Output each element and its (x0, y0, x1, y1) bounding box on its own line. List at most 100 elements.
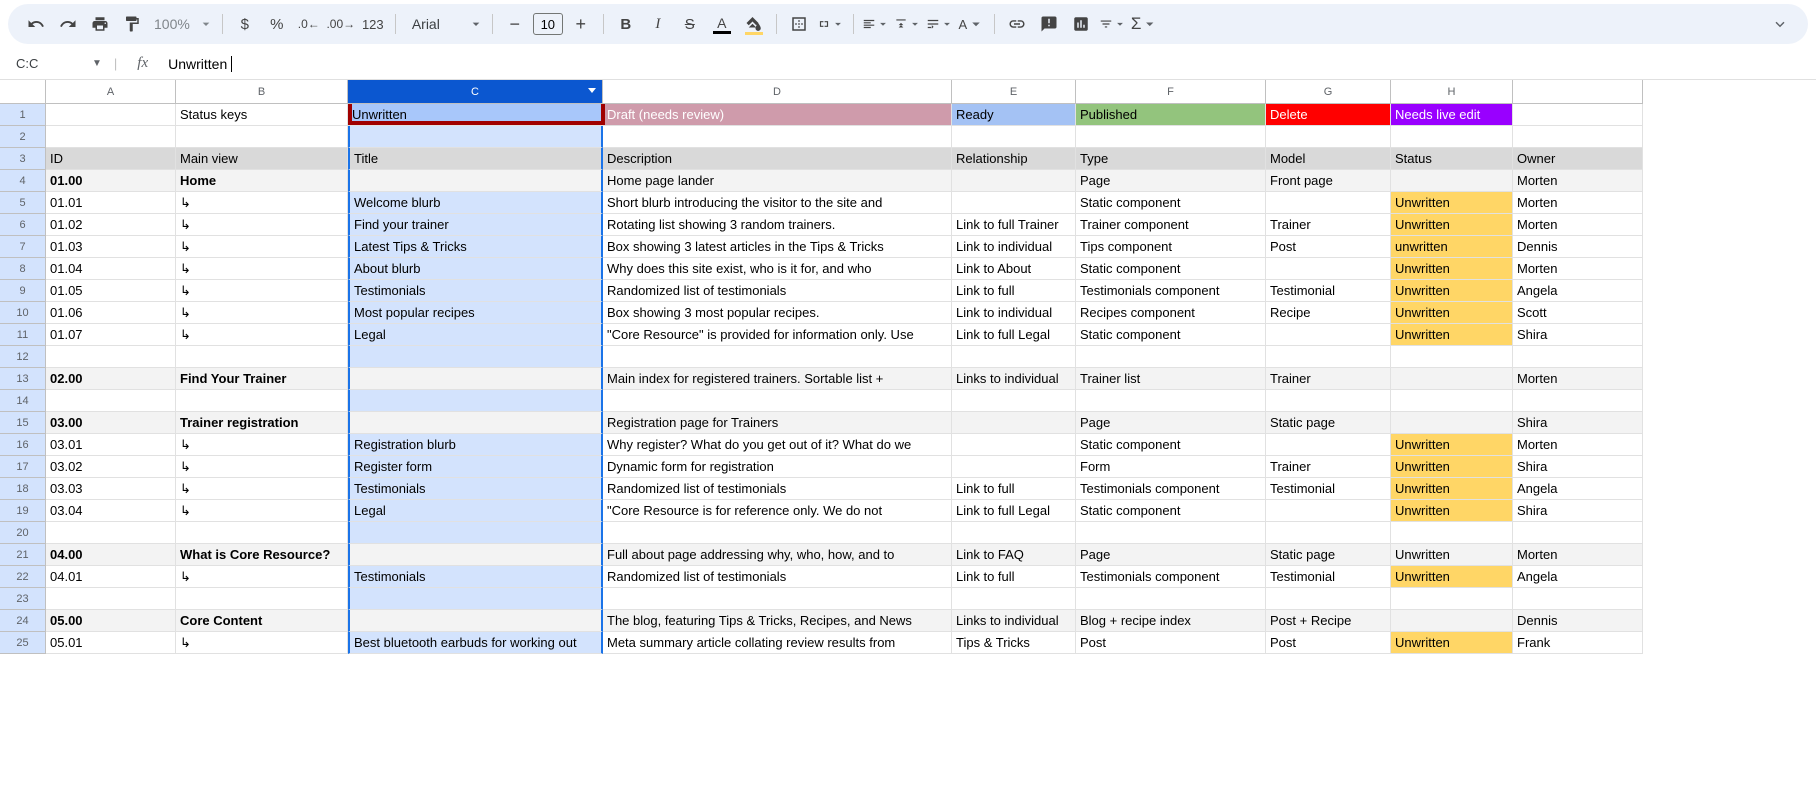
row-header[interactable]: 15 (0, 412, 46, 434)
cell[interactable] (1391, 610, 1513, 632)
cell[interactable]: Status keys (176, 104, 348, 126)
cell[interactable]: Testimonial (1266, 280, 1391, 302)
cell[interactable]: Morten (1513, 214, 1643, 236)
cell[interactable]: 01.01 (46, 192, 176, 214)
cell[interactable] (1513, 346, 1643, 368)
cell[interactable]: Testimonial (1266, 566, 1391, 588)
cell[interactable]: Trainer list (1076, 368, 1266, 390)
cell[interactable]: Why register? What do you get out of it?… (603, 434, 952, 456)
cell[interactable]: Trainer component (1076, 214, 1266, 236)
cell[interactable]: Legal (348, 500, 603, 522)
select-all-corner[interactable] (0, 80, 46, 104)
row-header[interactable]: 14 (0, 390, 46, 412)
row-header[interactable]: 11 (0, 324, 46, 346)
cell[interactable] (1391, 390, 1513, 412)
cell[interactable] (952, 390, 1076, 412)
cell[interactable] (1391, 170, 1513, 192)
cell[interactable]: Angela (1513, 280, 1643, 302)
cell[interactable]: Unwritten (1391, 192, 1513, 214)
cell[interactable]: Testimonials (348, 280, 603, 302)
cell[interactable]: Randomized list of testimonials (603, 478, 952, 500)
cell[interactable] (1266, 346, 1391, 368)
cell[interactable]: Dennis (1513, 236, 1643, 258)
zoom-value[interactable]: 100% (150, 16, 194, 32)
col-header-H[interactable]: H (1391, 80, 1513, 104)
cell[interactable]: Post (1266, 632, 1391, 654)
cell[interactable]: 03.04 (46, 500, 176, 522)
increase-font-button[interactable]: + (567, 10, 595, 38)
name-box[interactable]: C:C (10, 54, 80, 73)
cell[interactable] (348, 522, 603, 544)
cell[interactable] (1266, 390, 1391, 412)
cell-active[interactable]: Unwritten (348, 104, 603, 126)
cell[interactable]: ↳ (176, 434, 348, 456)
cell[interactable]: 01.05 (46, 280, 176, 302)
cell[interactable]: Most popular recipes (348, 302, 603, 324)
name-box-dropdown[interactable]: ▼ (92, 58, 102, 69)
cell[interactable]: Randomized list of testimonials (603, 280, 952, 302)
cell[interactable] (46, 522, 176, 544)
paint-format-button[interactable] (118, 10, 146, 38)
cell[interactable] (46, 588, 176, 610)
chart-button[interactable] (1067, 10, 1095, 38)
cell[interactable] (1076, 588, 1266, 610)
col-header-F[interactable]: F (1076, 80, 1266, 104)
cell[interactable] (1391, 588, 1513, 610)
cell[interactable] (348, 588, 603, 610)
cell[interactable]: 01.04 (46, 258, 176, 280)
zoom-dropdown[interactable] (198, 10, 214, 38)
cell[interactable] (1266, 324, 1391, 346)
cell[interactable]: Unwritten (1391, 544, 1513, 566)
cell[interactable]: Unwritten (1391, 434, 1513, 456)
cell[interactable]: Register form (348, 456, 603, 478)
cell[interactable]: Shira (1513, 412, 1643, 434)
cell[interactable]: Front page (1266, 170, 1391, 192)
cell[interactable]: Meta summary article collating review re… (603, 632, 952, 654)
cell[interactable]: 03.03 (46, 478, 176, 500)
cell[interactable]: 01.07 (46, 324, 176, 346)
cell[interactable]: Static component (1076, 192, 1266, 214)
cell[interactable] (1266, 522, 1391, 544)
italic-button[interactable]: I (644, 10, 672, 38)
cell[interactable]: Box showing 3 latest articles in the Tip… (603, 236, 952, 258)
font-size-input[interactable]: 10 (533, 13, 563, 35)
row-header[interactable]: 2 (0, 126, 46, 148)
cell[interactable]: Unwritten (1391, 632, 1513, 654)
cell[interactable] (1266, 192, 1391, 214)
cell[interactable]: ↳ (176, 258, 348, 280)
cell[interactable]: Links to individual (952, 368, 1076, 390)
cell[interactable]: Testimonials component (1076, 566, 1266, 588)
cell[interactable]: Static component (1076, 258, 1266, 280)
wrap-button[interactable] (926, 10, 954, 38)
cell[interactable]: Unwritten (1391, 324, 1513, 346)
col-header-A[interactable]: A (46, 80, 176, 104)
row-header[interactable]: 21 (0, 544, 46, 566)
filter-button[interactable] (1099, 10, 1127, 38)
cell[interactable]: Static page (1266, 412, 1391, 434)
row-header[interactable]: 18 (0, 478, 46, 500)
cell[interactable] (46, 104, 176, 126)
cell[interactable] (348, 368, 603, 390)
cell[interactable]: Links to individual (952, 610, 1076, 632)
col-header-E[interactable]: E (952, 80, 1076, 104)
print-button[interactable] (86, 10, 114, 38)
cell[interactable] (1266, 588, 1391, 610)
cell[interactable]: Unwritten (1391, 302, 1513, 324)
align-button[interactable] (862, 10, 890, 38)
col-header-C[interactable]: C (348, 80, 603, 104)
row-header[interactable]: 9 (0, 280, 46, 302)
cell[interactable]: ↳ (176, 632, 348, 654)
cell[interactable] (348, 170, 603, 192)
cell[interactable]: Trainer (1266, 456, 1391, 478)
cell[interactable]: Angela (1513, 478, 1643, 500)
cell[interactable]: Main index for registered trainers. Sort… (603, 368, 952, 390)
cell[interactable]: 05.00 (46, 610, 176, 632)
currency-button[interactable]: $ (231, 10, 259, 38)
cell[interactable] (1076, 522, 1266, 544)
cell[interactable]: 04.00 (46, 544, 176, 566)
cell[interactable]: Morten (1513, 192, 1643, 214)
cell[interactable]: ↳ (176, 236, 348, 258)
cell[interactable]: Core Content (176, 610, 348, 632)
cell[interactable]: Morten (1513, 258, 1643, 280)
cell[interactable] (952, 434, 1076, 456)
